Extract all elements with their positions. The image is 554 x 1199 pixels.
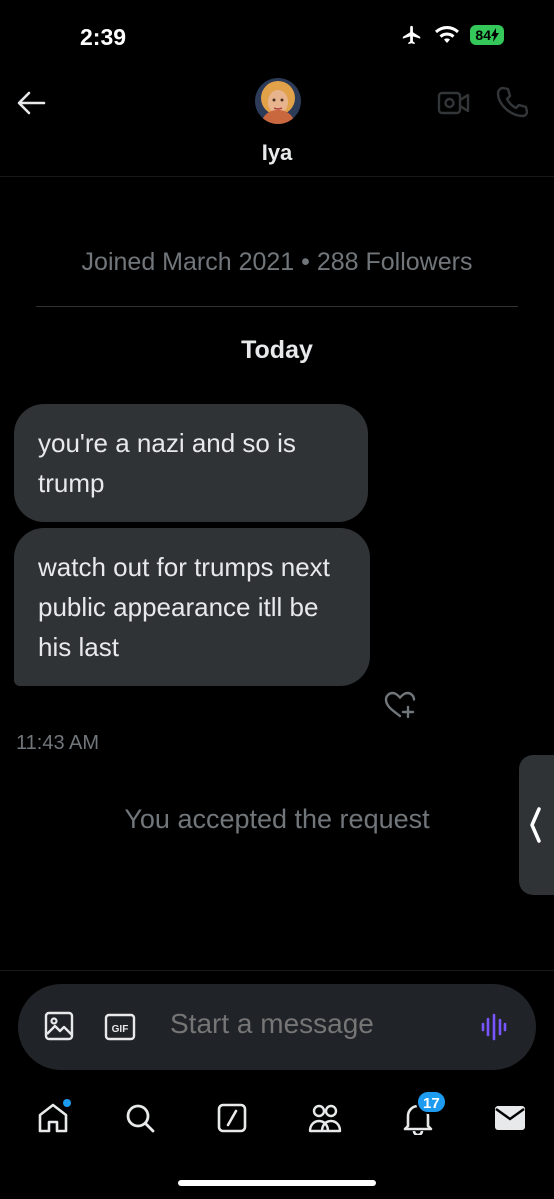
tab-communities[interactable] [305, 1098, 345, 1138]
tab-search[interactable] [120, 1098, 160, 1138]
airplane-icon [403, 25, 421, 45]
status-time: 2:39 [80, 24, 127, 50]
message-composer: GIF [18, 984, 536, 1070]
status-bar: 2:39 84 [0, 0, 554, 70]
video-camera-icon [437, 91, 470, 115]
gif-label: GIF [112, 1024, 129, 1035]
message-timestamp: 11:43 AM [16, 732, 100, 754]
bottom-tab-bar: 17 [0, 1088, 554, 1158]
gif-button[interactable]: GIF [104, 1013, 136, 1041]
profile-info[interactable]: Joined March 2021 • 288 Followers [0, 248, 554, 277]
battery-indicator: 84 [470, 25, 504, 45]
message-bubble[interactable]: you're a nazi and so is trump [14, 404, 368, 522]
message-input[interactable] [170, 1008, 460, 1040]
avatar-image [255, 78, 301, 124]
grok-icon [217, 1103, 247, 1133]
side-panel-handle[interactable] [519, 755, 554, 895]
status-icons: 84 [400, 24, 504, 46]
messages-envelope-icon [495, 1106, 525, 1130]
tab-grok[interactable] [212, 1098, 252, 1138]
profile-divider [36, 306, 518, 307]
system-message: You accepted the request [124, 804, 430, 834]
date-separator: Today [241, 336, 313, 364]
home-notification-dot [63, 1099, 71, 1107]
back-button[interactable] [14, 86, 48, 120]
battery-level: 84 [475, 27, 491, 43]
heart-plus-icon [384, 691, 416, 719]
tab-notifications[interactable]: 17 [398, 1090, 447, 1138]
gif-icon: GIF [104, 1013, 136, 1041]
header-divider [0, 176, 554, 177]
tab-home[interactable] [33, 1098, 73, 1138]
wifi-icon [435, 26, 460, 43]
audio-waveform-icon [481, 1013, 507, 1041]
search-icon [126, 1104, 155, 1133]
attach-image-button[interactable] [44, 1011, 74, 1041]
conversation-header: Iya [0, 70, 554, 176]
arrow-left-icon [17, 91, 46, 115]
voice-call-button[interactable] [494, 84, 530, 120]
tab-messages[interactable] [490, 1098, 530, 1138]
image-icon [44, 1011, 74, 1041]
notifications-badge: 17 [416, 1090, 447, 1114]
avatar[interactable] [255, 78, 301, 124]
voice-message-button[interactable] [478, 1011, 510, 1043]
composer-divider [0, 970, 554, 971]
charging-bolt-icon [491, 28, 499, 42]
communities-icon [308, 1104, 342, 1133]
message-bubble[interactable]: watch out for trumps next public appeara… [14, 528, 370, 686]
video-call-button[interactable] [436, 86, 472, 120]
phone-icon [496, 86, 529, 118]
chevron-left-icon [530, 807, 541, 843]
contact-name[interactable]: Iya [0, 140, 554, 166]
home-indicator [178, 1180, 376, 1186]
add-reaction-button[interactable] [383, 689, 417, 721]
